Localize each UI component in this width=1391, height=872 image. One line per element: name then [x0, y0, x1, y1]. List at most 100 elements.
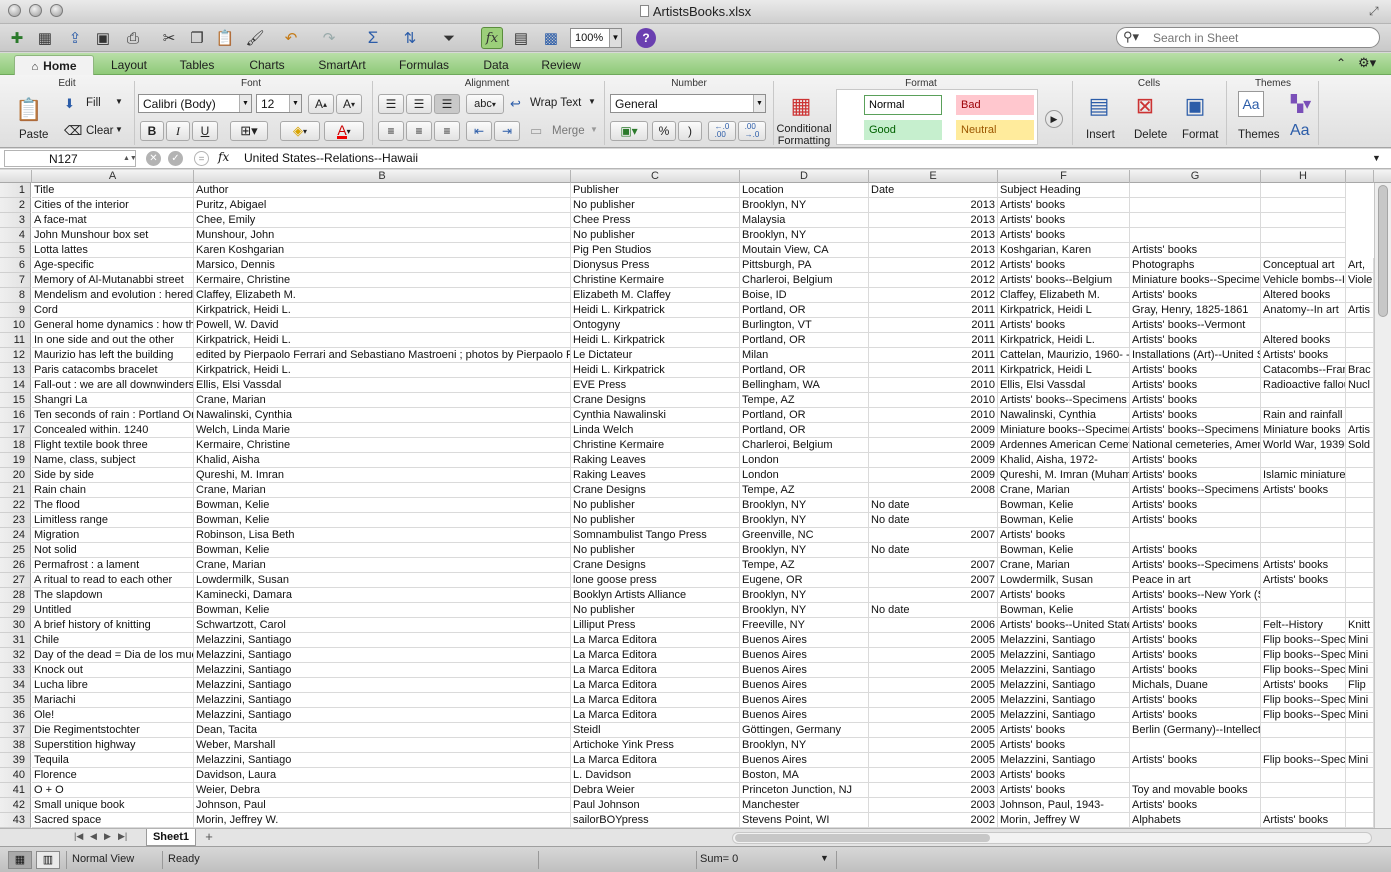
- cell[interactable]: La Marca Editora: [571, 633, 740, 648]
- cell[interactable]: [1346, 453, 1374, 468]
- cell[interactable]: Crane, Marian: [194, 393, 571, 408]
- cell[interactable]: [1346, 738, 1374, 753]
- cell[interactable]: Installations (Art)--United States: [1130, 348, 1261, 363]
- cell[interactable]: 2005: [869, 723, 998, 738]
- cell[interactable]: Bowman, Kelie: [998, 543, 1130, 558]
- cell[interactable]: 2012: [869, 258, 998, 273]
- cell[interactable]: In one side and out the other: [32, 333, 194, 348]
- row-header[interactable]: 37: [0, 723, 31, 738]
- row-header[interactable]: 20: [0, 468, 31, 483]
- cell[interactable]: [1261, 603, 1346, 618]
- cell[interactable]: Buenos Aires: [740, 633, 869, 648]
- chevron-down-icon[interactable]: ▼: [115, 125, 123, 134]
- cell[interactable]: No publisher: [571, 198, 740, 213]
- cell[interactable]: Artis: [1346, 303, 1374, 318]
- cell[interactable]: Brooklyn, NY: [740, 543, 869, 558]
- cell[interactable]: Kirkpatrick, Heidi L.: [194, 303, 571, 318]
- cell[interactable]: La Marca Editora: [571, 663, 740, 678]
- show-toolbox-icon[interactable]: ▤: [510, 27, 532, 49]
- cell[interactable]: Artists' books: [1130, 408, 1261, 423]
- cell[interactable]: Lucha libre: [32, 678, 194, 693]
- cell[interactable]: No date: [869, 603, 998, 618]
- insert-button[interactable]: Insert: [1086, 129, 1115, 141]
- cell[interactable]: Artists' books: [998, 318, 1130, 333]
- cell[interactable]: Qureshi, M. Imran: [194, 468, 571, 483]
- cell[interactable]: 2011: [869, 318, 998, 333]
- cell[interactable]: Portland, OR: [740, 363, 869, 378]
- delete-button[interactable]: Delete: [1134, 129, 1167, 141]
- cell[interactable]: Christine Kermaire: [571, 273, 740, 288]
- cell[interactable]: Flip books--Specimens: [1261, 663, 1346, 678]
- align-bottom-button[interactable]: ☰: [434, 94, 460, 114]
- cell[interactable]: 2007: [869, 588, 998, 603]
- last-sheet-icon[interactable]: ▶|: [118, 831, 127, 842]
- tab-data[interactable]: Data: [470, 55, 522, 75]
- cell[interactable]: La Marca Editora: [571, 708, 740, 723]
- row-header[interactable]: 30: [0, 618, 31, 633]
- cell[interactable]: Mini: [1346, 648, 1374, 663]
- cell[interactable]: Artists' books: [998, 228, 1130, 243]
- cell[interactable]: Sacred space: [32, 813, 194, 828]
- cell[interactable]: Toy and movable books: [1130, 783, 1261, 798]
- number-format-select[interactable]: General ▼: [610, 94, 766, 113]
- cell[interactable]: Miniature books: [1261, 423, 1346, 438]
- cell[interactable]: Maurizio has left the building: [32, 348, 194, 363]
- cell[interactable]: Artists' books: [1130, 663, 1261, 678]
- undo-icon[interactable]: ↶: [280, 27, 302, 49]
- cell[interactable]: [1261, 228, 1346, 243]
- cell[interactable]: Artists' books: [1130, 753, 1261, 768]
- cell[interactable]: 2007: [869, 573, 998, 588]
- name-box[interactable]: N127 ▲▼: [4, 150, 137, 167]
- cell[interactable]: Dionysus Press: [571, 258, 740, 273]
- cell[interactable]: Kermaire, Christine: [194, 438, 571, 453]
- cell[interactable]: Islamic miniature painting: [1261, 468, 1346, 483]
- cell[interactable]: Artists' books: [998, 738, 1130, 753]
- cell[interactable]: Kirkpatrick, Heidi L: [998, 363, 1130, 378]
- cell[interactable]: Die Regimentstochter: [32, 723, 194, 738]
- edit-formula-icon[interactable]: =: [194, 151, 209, 166]
- cell[interactable]: Artists' books--Specimens: [1130, 558, 1261, 573]
- cell[interactable]: Knock out: [32, 663, 194, 678]
- align-center-button[interactable]: ≡: [406, 121, 432, 141]
- cell[interactable]: Shangri La: [32, 393, 194, 408]
- horizontal-scrollbar[interactable]: [732, 832, 1372, 844]
- cell[interactable]: Morin, Jeffrey W.: [194, 813, 571, 828]
- cell[interactable]: 2005: [869, 663, 998, 678]
- row-header[interactable]: 3: [0, 213, 31, 228]
- cell[interactable]: Knitt: [1346, 618, 1374, 633]
- font-color-button[interactable]: A ▾: [324, 121, 364, 141]
- cell[interactable]: Crane, Marian: [194, 558, 571, 573]
- cell[interactable]: Crane, Marian: [998, 558, 1130, 573]
- style-good[interactable]: Good: [864, 120, 942, 140]
- clear-button[interactable]: Clear: [86, 125, 113, 137]
- cell[interactable]: [1261, 588, 1346, 603]
- cell[interactable]: Mini: [1346, 708, 1374, 723]
- row-header[interactable]: 42: [0, 798, 31, 813]
- cell[interactable]: Vehicle bombs--Ira: [1261, 273, 1346, 288]
- cell[interactable]: 2005: [869, 693, 998, 708]
- column-header-h[interactable]: H: [1261, 170, 1346, 183]
- cell[interactable]: Melazzini, Santiago: [998, 663, 1130, 678]
- cell[interactable]: Linda Welch: [571, 423, 740, 438]
- cell[interactable]: Artists' books: [1130, 378, 1261, 393]
- cell[interactable]: The slapdown: [32, 588, 194, 603]
- cell[interactable]: Artists' books: [1130, 708, 1261, 723]
- gear-icon[interactable]: ⚙▾: [1358, 55, 1376, 71]
- cell[interactable]: Kirkpatrick, Heidi L: [998, 303, 1130, 318]
- cell[interactable]: Artists' books: [998, 258, 1130, 273]
- cell[interactable]: Name, class, subject: [32, 453, 194, 468]
- cell[interactable]: No date: [869, 498, 998, 513]
- cell[interactable]: Artists' books: [998, 768, 1130, 783]
- cell[interactable]: Melazzini, Santiago: [998, 708, 1130, 723]
- cell[interactable]: Tempe, AZ: [740, 558, 869, 573]
- cell[interactable]: No publisher: [571, 543, 740, 558]
- cell[interactable]: Lowdermilk, Susan: [194, 573, 571, 588]
- cell[interactable]: Title: [32, 183, 194, 198]
- cell[interactable]: 2005: [869, 753, 998, 768]
- increase-indent-button[interactable]: ⇥: [494, 121, 520, 141]
- sheet-tab-sheet1[interactable]: Sheet1: [146, 829, 196, 846]
- cell[interactable]: Artists' books: [1130, 288, 1261, 303]
- cell[interactable]: John Munshour box set: [32, 228, 194, 243]
- wrap-text-button[interactable]: Wrap Text: [530, 97, 581, 109]
- cell[interactable]: Moutain View, CA: [740, 243, 869, 258]
